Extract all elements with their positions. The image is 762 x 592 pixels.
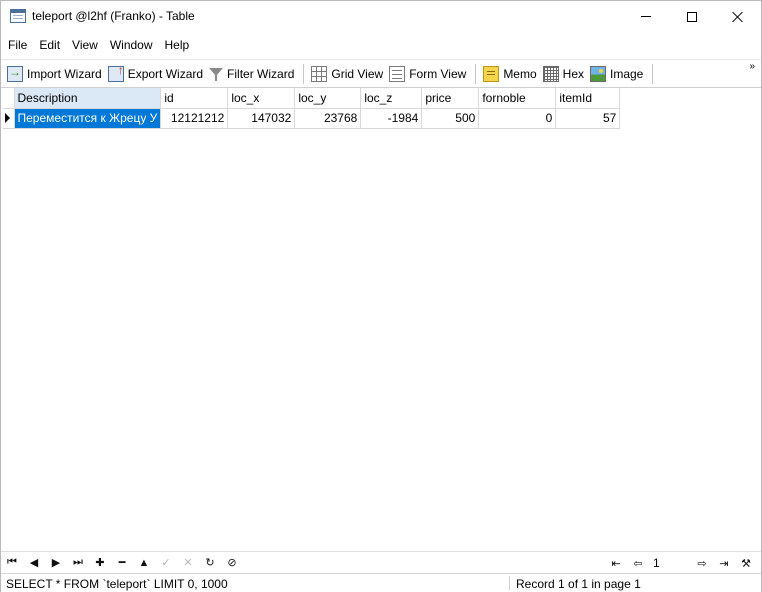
first-record-button[interactable]: ⏮	[1, 553, 23, 573]
form-view-button[interactable]: Form View	[387, 62, 470, 86]
export-icon	[107, 63, 124, 82]
status-divider	[509, 576, 510, 590]
cell-description[interactable]: Переместится к Жрецу У	[14, 108, 162, 129]
close-button[interactable]	[715, 1, 761, 32]
add-record-button[interactable]: ✚	[89, 553, 111, 573]
records-table: Description id loc_x loc_y loc_z price f…	[3, 88, 621, 129]
column-header-loc-x[interactable]: loc_x	[227, 88, 296, 109]
column-header-id[interactable]: id	[160, 88, 229, 109]
last-record-button[interactable]: ⏭	[67, 553, 89, 573]
cell-itemid[interactable]: 57	[555, 108, 621, 129]
menu-bar: File Edit View Window Help	[1, 32, 761, 58]
minimize-icon	[641, 16, 651, 17]
data-grid: Description id loc_x loc_y loc_z price f…	[1, 87, 761, 550]
table-row[interactable]: Переместится к Жрецу У 12121212 147032 2…	[3, 108, 621, 129]
export-wizard-button[interactable]: Export Wizard	[106, 62, 207, 86]
menu-edit[interactable]: Edit	[33, 34, 66, 56]
close-icon	[732, 11, 744, 23]
prev-page-button[interactable]: ⇦	[627, 553, 649, 573]
prev-record-button[interactable]: ◀	[23, 553, 45, 573]
memo-icon	[483, 65, 500, 82]
refresh-button[interactable]: ↻	[199, 553, 221, 573]
column-header-loc-y[interactable]: loc_y	[294, 88, 362, 109]
cell-loc-x[interactable]: 147032	[227, 108, 296, 129]
cell-loc-z[interactable]: -1984	[360, 108, 423, 129]
grid-icon	[311, 65, 328, 82]
next-record-button[interactable]: ▶	[45, 553, 67, 573]
menu-file[interactable]: File	[2, 34, 33, 56]
image-icon	[590, 65, 606, 82]
status-bar: SELECT * FROM `teleport` LIMIT 0, 1000 R…	[1, 573, 761, 592]
page-navigation: ⇤ ⇦ ⇨ ⇥ ⚒	[605, 553, 757, 573]
import-wizard-label: Import Wizard	[27, 66, 102, 81]
menu-window[interactable]: Window	[104, 34, 159, 56]
row-indicator-header	[3, 88, 15, 109]
menu-help[interactable]: Help	[159, 34, 196, 56]
window-title: teleport @l2hf (Franko) - Table	[32, 9, 195, 23]
column-header-price[interactable]: price	[421, 88, 480, 109]
grid-view-button[interactable]: Grid View	[309, 62, 387, 86]
hex-icon	[542, 65, 559, 82]
status-sql-query: SELECT * FROM `teleport` LIMIT 0, 1000	[6, 577, 228, 591]
filter-wizard-label: Filter Wizard	[227, 66, 295, 81]
form-view-label: Form View	[409, 66, 467, 81]
column-header-loc-z[interactable]: loc_z	[360, 88, 423, 109]
toolbar: Import Wizard Export Wizard Filter Wizar…	[1, 59, 761, 87]
delete-record-button[interactable]: ━	[111, 553, 133, 573]
form-icon	[389, 65, 406, 82]
filter-wizard-button[interactable]: Filter Wizard	[207, 62, 298, 86]
settings-tools-icon[interactable]: ⚒	[735, 553, 757, 573]
minimize-button[interactable]	[623, 1, 669, 32]
memo-label: Memo	[503, 66, 537, 81]
maximize-icon	[687, 11, 697, 22]
first-page-button[interactable]: ⇤	[605, 553, 627, 573]
image-label: Image	[610, 66, 644, 81]
grid-view-label: Grid View	[331, 66, 384, 81]
cell-id[interactable]: 12121212	[160, 108, 229, 129]
column-header-fornoble[interactable]: fornoble	[478, 88, 557, 109]
table-icon	[10, 9, 26, 23]
hex-label: Hex	[562, 66, 584, 81]
toolbar-separator	[303, 63, 305, 84]
import-wizard-button[interactable]: Import Wizard	[5, 62, 106, 86]
next-page-button[interactable]: ⇨	[691, 553, 713, 573]
move-up-button[interactable]: ▲	[133, 553, 155, 573]
cell-price[interactable]: 500	[421, 108, 480, 129]
cell-loc-y[interactable]: 23768	[294, 108, 362, 129]
export-wizard-label: Export Wizard	[127, 66, 204, 81]
column-header-description[interactable]: Description	[14, 88, 162, 109]
table-window: teleport @l2hf (Franko) - Table File Edi…	[0, 0, 762, 592]
filter-icon	[209, 67, 224, 81]
page-number-input[interactable]	[649, 554, 691, 572]
row-pointer-icon	[5, 113, 10, 123]
toolbar-overflow-icon[interactable]: »	[749, 62, 755, 72]
hex-button[interactable]: Hex	[541, 62, 588, 86]
memo-button[interactable]: Memo	[481, 62, 540, 86]
column-header-itemid[interactable]: itemId	[555, 88, 621, 109]
current-row-indicator	[3, 108, 15, 129]
header-row: Description id loc_x loc_y loc_z price f…	[3, 88, 621, 109]
apply-changes-button[interactable]: ✓	[155, 553, 177, 573]
import-icon	[7, 65, 23, 82]
title-bar: teleport @l2hf (Franko) - Table	[1, 1, 761, 32]
record-navigation-bar: ⏮ ◀ ▶ ⏭ ✚ ━ ▲ ✓ ✕ ↻ ⊘ ⇤ ⇦ ⇨ ⇥ ⚒	[1, 551, 761, 573]
last-page-button[interactable]: ⇥	[713, 553, 735, 573]
status-record-info: Record 1 of 1 in page 1	[516, 577, 641, 591]
discard-changes-button[interactable]: ✕	[177, 553, 199, 573]
stop-button[interactable]: ⊘	[221, 553, 243, 573]
cell-fornoble[interactable]: 0	[478, 108, 557, 129]
menu-view[interactable]: View	[66, 34, 104, 56]
maximize-button[interactable]	[669, 1, 715, 32]
image-button[interactable]: Image	[588, 62, 647, 86]
toolbar-separator	[652, 63, 654, 84]
toolbar-separator	[475, 63, 477, 84]
